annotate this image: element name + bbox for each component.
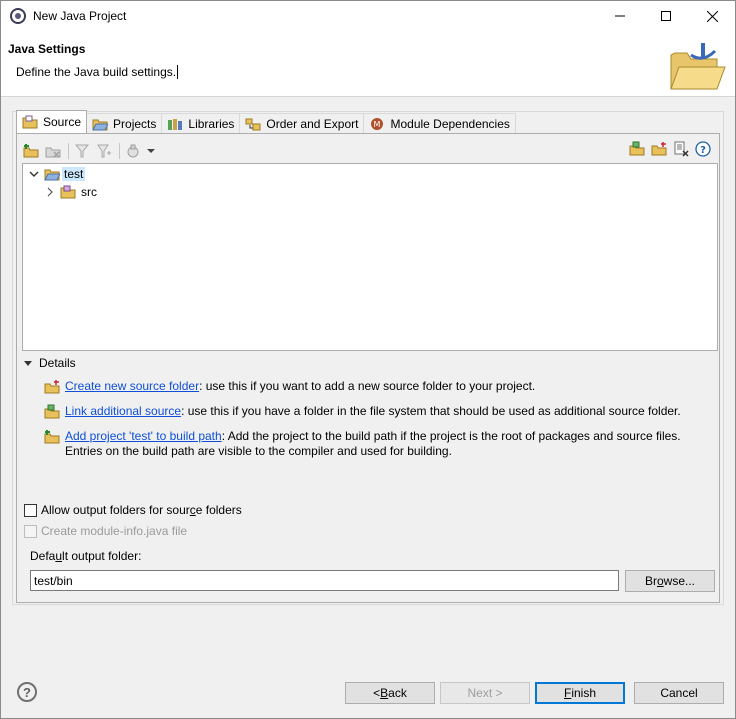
module-icon: M xyxy=(371,118,384,130)
page-title: Java Settings xyxy=(8,42,86,56)
new-source-folder-icon xyxy=(44,380,60,394)
tree-node-test[interactable]: test xyxy=(28,165,86,183)
source-folder-icon xyxy=(22,115,38,129)
checkbox-box[interactable] xyxy=(24,503,37,517)
detail-text: : Add the project to the build path if t… xyxy=(221,429,681,443)
chevron-right-icon[interactable] xyxy=(44,186,56,198)
finish-button[interactable]: Finish xyxy=(535,682,625,704)
link-source-icon xyxy=(44,404,60,419)
detail-add-project: Add project 'test' to build path: Add th… xyxy=(44,429,681,459)
build-settings-panel: Source Projects Libraries Order and Expo… xyxy=(12,110,724,605)
eclipse-icon xyxy=(10,8,26,24)
svg-text:M: M xyxy=(374,120,381,129)
toolbar-separator xyxy=(68,143,69,159)
source-tab-content: ? test src Details Create new source fol… xyxy=(16,133,720,603)
toolbar-separator xyxy=(119,143,120,159)
detail-create-source: Create new source folder: use this if yo… xyxy=(44,379,535,395)
tree-node-label: src xyxy=(81,185,97,199)
tab-projects[interactable]: Projects xyxy=(86,113,163,134)
minimize-icon xyxy=(615,15,625,17)
close-icon xyxy=(706,10,718,22)
detail-text-2: Entries on the build path are visible to… xyxy=(65,444,452,458)
output-folder-input[interactable] xyxy=(30,570,619,591)
detail-link-source: Link additional source: use this if you … xyxy=(44,404,681,420)
tree-node-label: test xyxy=(62,167,86,181)
checkbox-label: Allow output folders for source folders xyxy=(41,503,242,517)
add-project-to-build-path-link[interactable]: Add project 'test' to build path xyxy=(65,429,222,443)
package-folder-icon xyxy=(60,185,76,199)
dialog-window: New Java Project Java Settings Define th… xyxy=(0,0,736,719)
maximize-icon xyxy=(661,11,671,21)
browse-button[interactable]: Br o wse... xyxy=(625,570,715,592)
collapse-triangle-icon xyxy=(24,360,32,366)
title-bar: New Java Project xyxy=(1,1,735,31)
close-button[interactable] xyxy=(689,1,735,31)
output-folder-label: Default output folder: xyxy=(30,549,142,563)
remove-source-folder-icon xyxy=(44,142,62,160)
remove-entry-icon[interactable] xyxy=(672,140,690,158)
back-button[interactable]: < Back xyxy=(345,682,435,704)
tab-libraries[interactable]: Libraries xyxy=(161,113,241,134)
svg-text:?: ? xyxy=(700,145,706,156)
maximize-button[interactable] xyxy=(643,1,689,31)
configure-icon xyxy=(124,142,142,160)
inclusion-filter-icon xyxy=(73,142,91,160)
cancel-button[interactable]: Cancel xyxy=(634,682,724,704)
checkbox-box xyxy=(24,524,37,538)
create-module-info-checkbox: Create module-info.java file xyxy=(24,524,187,538)
tree-node-src[interactable]: src xyxy=(44,183,99,201)
allow-output-folders-checkbox[interactable]: Allow output folders for source folders xyxy=(24,503,242,517)
link-source-icon[interactable] xyxy=(628,140,646,158)
source-tree[interactable]: test src xyxy=(22,163,718,351)
next-button: Next > xyxy=(440,682,530,704)
minimize-button[interactable] xyxy=(597,1,643,31)
tab-label: Projects xyxy=(113,117,157,131)
java-project-folder-icon xyxy=(670,43,726,90)
order-export-icon xyxy=(245,118,261,131)
tab-order-and-export[interactable]: Order and Export xyxy=(239,113,365,134)
project-folder-icon xyxy=(44,169,60,181)
chevron-down-icon[interactable] xyxy=(146,142,156,160)
tab-label: Module Dependencies xyxy=(390,117,510,131)
tab-bar: Source Projects Libraries Order and Expo… xyxy=(16,110,516,134)
tab-module-dependencies[interactable]: M Module Dependencies xyxy=(363,113,516,134)
tab-label: Order and Export xyxy=(266,117,359,131)
help-icon[interactable]: ? xyxy=(17,682,37,702)
detail-text: : use this if you want to add a new sour… xyxy=(199,379,536,393)
window-title: New Java Project xyxy=(33,9,127,23)
new-source-folder-icon[interactable] xyxy=(650,140,668,158)
source-toolbar: ? xyxy=(22,140,716,162)
details-label: Details xyxy=(39,356,76,370)
page-description: Define the Java build settings. xyxy=(16,65,179,79)
add-source-folder-icon[interactable] xyxy=(22,142,40,160)
add-project-icon xyxy=(44,430,60,444)
help-icon[interactable]: ? xyxy=(694,140,712,158)
libraries-icon xyxy=(168,119,183,130)
checkbox-label: Create module-info.java file xyxy=(41,524,188,538)
exclusion-filter-icon xyxy=(95,142,113,160)
create-source-folder-link[interactable]: Create new source folder xyxy=(65,379,199,393)
link-additional-source-link[interactable]: Link additional source xyxy=(65,404,181,418)
wizard-banner: Java Settings Define the Java build sett… xyxy=(1,31,735,97)
chevron-down-icon[interactable] xyxy=(28,168,40,180)
tab-source[interactable]: Source xyxy=(16,110,88,133)
detail-text: : use this if you have a folder in the f… xyxy=(181,404,681,418)
projects-icon xyxy=(92,119,109,131)
tab-label: Source xyxy=(43,115,82,129)
details-toggle[interactable]: Details xyxy=(24,356,76,370)
tab-label: Libraries xyxy=(188,117,235,131)
